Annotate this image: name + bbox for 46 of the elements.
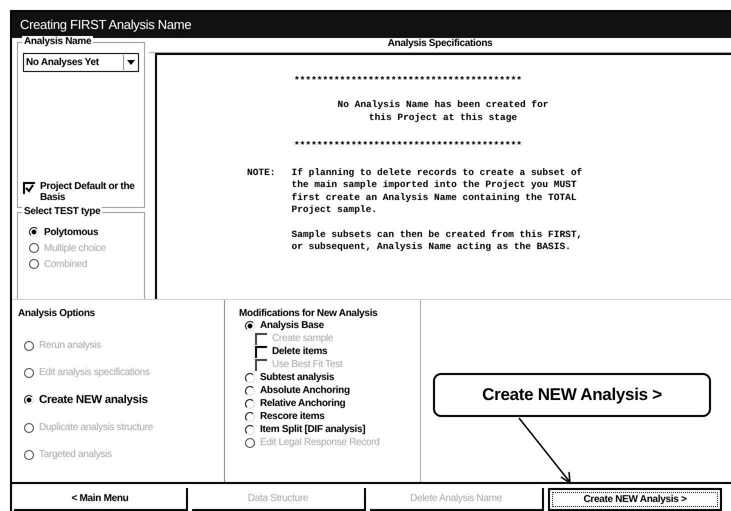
analysis-name-dropdown[interactable]: No Analyses Yet xyxy=(23,52,139,72)
radio-label: Create NEW analysis xyxy=(39,394,148,406)
radio-label: Item Split [DIF analysis] xyxy=(260,424,366,436)
note-paragraph: Sample subsets can then be created from this FIRST, or subsequent, Analysis Name acting as the BASIS. xyxy=(292,228,582,254)
radio-button[interactable] xyxy=(245,320,255,331)
radio-label: Rerun analysis xyxy=(39,340,101,352)
radio-button[interactable] xyxy=(245,372,255,383)
radio-button[interactable] xyxy=(245,424,255,435)
checkbox-label: Create sample xyxy=(272,333,334,344)
radio-label: Analysis Base xyxy=(260,320,324,332)
radio-label: Targeted analysis xyxy=(39,449,112,460)
radio-button[interactable] xyxy=(29,227,39,238)
group-label: Select TEST type xyxy=(22,206,102,217)
radio-label: Rescore items xyxy=(260,411,324,422)
radio-button[interactable] xyxy=(245,386,255,396)
stars-line: **************************************** xyxy=(292,140,524,151)
radio-label: Edit analysis specifications xyxy=(39,367,150,378)
radio-button[interactable] xyxy=(245,412,255,422)
checkbox-label: Delete items xyxy=(272,346,328,358)
note-paragraph: If planning to delete records to create a subset of the main sample imported into the Project you MUST first create an Analysis Name containing the TOTAL Project sample. xyxy=(292,166,582,217)
stars-line: **************************************** xyxy=(292,74,524,86)
group-label: Modifications for New Analysis xyxy=(239,308,378,320)
radio-label: Combined xyxy=(44,258,88,270)
dialog-button[interactable]: Create NEW Analysis > xyxy=(548,488,722,511)
panel-title: Analysis Specifications xyxy=(149,38,731,53)
radio-label: Multiple choice xyxy=(44,242,106,254)
dropdown-arrow-icon xyxy=(127,60,135,65)
checkbox-label: Project Default or the Basis xyxy=(40,180,136,203)
radio-label: Absolute Anchoring xyxy=(260,385,350,396)
note-label: NOTE: xyxy=(247,166,276,180)
radio-label: Polytomous xyxy=(44,226,98,238)
radio-button[interactable] xyxy=(24,395,34,406)
message-heading: No Analysis Name has been created for this Project at this stage xyxy=(336,98,550,124)
checkbox-label: Use Best Fit Test xyxy=(272,359,342,370)
callout-box: Create NEW Analysis > xyxy=(433,373,711,418)
checkbox[interactable] xyxy=(255,346,267,358)
checkbox[interactable] xyxy=(23,182,35,194)
radio-label: Subtest analysis xyxy=(260,372,334,384)
group-label: Analysis Name xyxy=(22,36,94,47)
radio-button[interactable] xyxy=(245,398,255,409)
radio-label: Edit Legal Response Record xyxy=(260,437,380,448)
dialog-button[interactable]: < Main Menu xyxy=(14,488,188,511)
radio-label: Relative Anchoring xyxy=(260,398,346,410)
group-label: Analysis Options xyxy=(18,308,96,320)
radio-label: Duplicate analysis structure xyxy=(39,422,153,434)
window-title: Creating FIRST Analysis Name xyxy=(12,12,731,38)
